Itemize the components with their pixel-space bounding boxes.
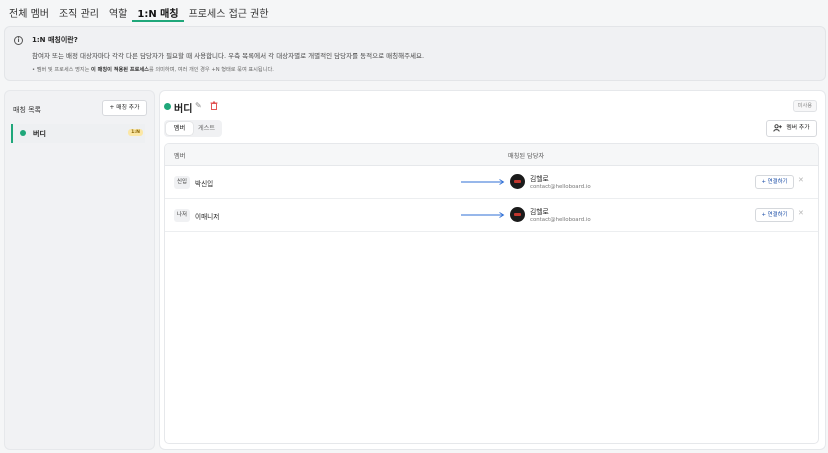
info-note: • 멤버 및 프로세스 명지는 이 매칭이 적용된 프로세스를 의미하며, 여러… <box>32 66 274 73</box>
segment-member[interactable]: 멤버 <box>166 122 193 135</box>
manager-email: contact@helloboard.io <box>530 217 591 223</box>
matching-list-item[interactable]: 버디 1:N <box>11 124 145 143</box>
manager-email: contact@helloboard.io <box>530 184 591 190</box>
column-member: 멤버 <box>174 153 186 160</box>
info-icon: i <box>14 36 23 45</box>
add-member-label: 멤버 추가 <box>786 125 810 131</box>
avatar <box>510 174 525 189</box>
add-matching-button[interactable]: + 매칭 추가 <box>102 100 147 116</box>
close-icon[interactable]: ✕ <box>798 209 804 217</box>
connect-button[interactable]: + 연결하기 <box>755 208 794 222</box>
role-badge: 나저 <box>174 209 190 222</box>
info-note-bold: 이 매칭이 적용된 프로세스 <box>91 67 149 73</box>
column-manager: 매칭된 담당자 <box>508 153 545 160</box>
add-member-button[interactable]: 멤버 추가 <box>766 120 817 137</box>
arrow-right-icon <box>461 212 505 218</box>
manager-name: 김헬로 <box>530 208 549 216</box>
member-guest-toggle: 멤버 게스트 <box>164 120 222 137</box>
segment-guest[interactable]: 게스트 <box>193 122 220 135</box>
status-dot <box>20 130 26 136</box>
info-banner: i 1:N 매칭이란? 참여자 또는 배정 대상자마다 각각 다른 담당자가 필… <box>4 26 826 81</box>
top-tabs: 전체 멤버 조직 관리 역할 1:N 매칭 프로세스 접근 권한 <box>0 0 828 22</box>
matching-list-panel: 매칭 목록 + 매칭 추가 버디 1:N <box>4 90 155 450</box>
matching-type-badge: 1:N <box>128 129 143 136</box>
member-name: 이매니저 <box>195 213 220 221</box>
person-add-icon <box>773 123 783 132</box>
tab-roles[interactable]: 역할 <box>104 0 132 22</box>
matching-list-title: 매칭 목록 <box>13 106 41 114</box>
info-note-text: • 멤버 및 프로세스 명지는 <box>32 67 92 73</box>
avatar <box>510 207 525 222</box>
pencil-icon[interactable]: ✎ <box>195 101 202 110</box>
table-row: 나저 이매니저 김헬로 contact@helloboard.io + 연결하기… <box>165 199 818 232</box>
close-icon[interactable]: ✕ <box>798 176 804 184</box>
arrow-right-icon <box>461 179 505 185</box>
matching-table: 멤버 매칭된 담당자 신입 박신입 김헬로 contact@helloboard… <box>164 143 819 444</box>
tab-process-access[interactable]: 프로세스 접근 권한 <box>184 0 274 22</box>
role-badge: 신입 <box>174 176 190 189</box>
connect-button[interactable]: + 연결하기 <box>755 175 794 189</box>
matching-detail-panel: 버디 ✎ 미사용 멤버 게스트 멤버 추가 멤버 매칭된 담당자 신입 박신입 <box>159 90 826 450</box>
table-header: 멤버 매칭된 담당자 <box>165 144 818 166</box>
info-note-text-end: 를 의미하며, 여러 개인 경우 +N 형태로 묶여 표시됩니다. <box>148 67 274 73</box>
tab-1n-matching[interactable]: 1:N 매칭 <box>132 0 184 22</box>
tab-org-management[interactable]: 조직 관리 <box>54 0 104 22</box>
member-name: 박신입 <box>195 180 214 188</box>
status-tag: 미사용 <box>792 100 817 112</box>
table-row: 신입 박신입 김헬로 contact@helloboard.io + 연결하기 … <box>165 166 818 199</box>
manager-name: 김헬로 <box>530 175 549 183</box>
tab-all-members[interactable]: 전체 멤버 <box>4 0 54 22</box>
matching-item-label: 버디 <box>33 130 46 138</box>
info-description: 참여자 또는 배정 대상자마다 각각 다른 담당자가 필요할 때 사용합니다. … <box>32 52 425 60</box>
status-dot <box>164 103 171 110</box>
matching-title: 버디 <box>174 104 193 115</box>
info-title: 1:N 매칭이란? <box>32 36 78 44</box>
trash-icon[interactable] <box>210 101 218 110</box>
